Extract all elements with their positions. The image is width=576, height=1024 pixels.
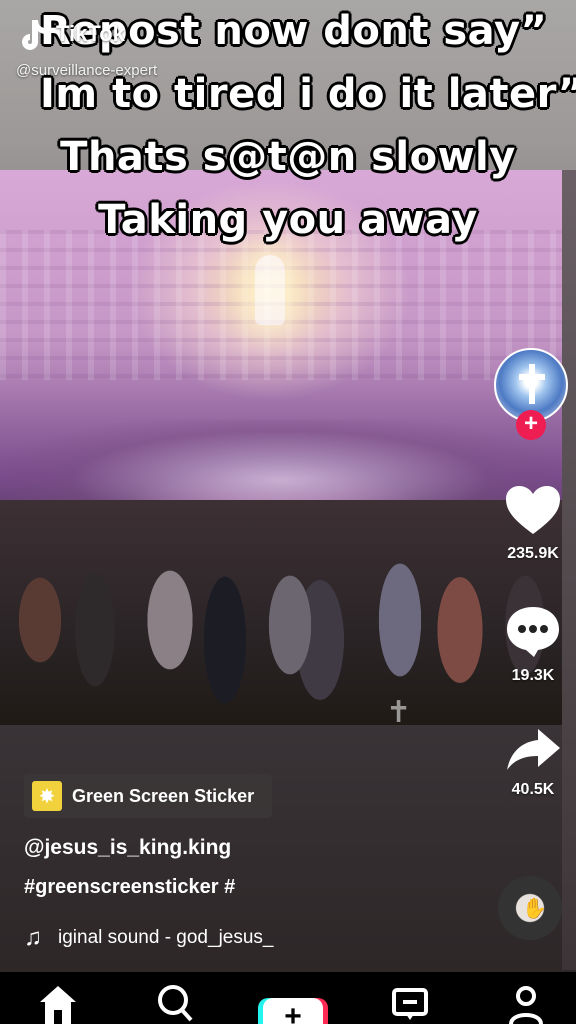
video-frame[interactable]: ✝ [0,170,562,725]
follow-button[interactable]: + [516,410,546,440]
glowing-figure [255,255,285,325]
green-screen-sticker[interactable]: ✸ Green Screen Sticker [24,774,273,818]
share-count: 40.5K [511,781,555,798]
inbox-icon [392,988,428,1020]
caption-line: Thats s@t@n slowly [60,134,516,180]
profile-icon [509,986,543,1024]
sound-name: iginal sound - god_jesus_ [58,927,274,948]
share-button[interactable]: 40.5K [498,726,568,799]
music-disc[interactable]: ✋ [498,876,562,940]
watermark-handle: @surveillance-expert [16,62,158,79]
create-button[interactable]: + [258,998,328,1024]
cross-watermark-icon: ✝ [386,696,412,725]
cross-icon [519,364,545,404]
tiktok-watermark: TikTok [18,16,125,52]
video-screen[interactable]: ✝ Repost now dont say” Im to tired i do … [0,0,576,1024]
inbox-tab[interactable] [390,982,430,1024]
create-icon: + [263,998,323,1024]
discover-tab[interactable] [155,982,195,1024]
comment-count: 19.3K [511,667,555,684]
home-icon [40,986,76,1024]
like-count: 235.9K [507,545,559,562]
disc-image-icon: ✋ [522,898,547,920]
like-button[interactable]: 235.9K [498,484,568,563]
home-tab[interactable] [38,982,78,1024]
comment-icon [507,607,559,657]
next-video-peek [562,170,576,970]
username[interactable]: @jesus_is_king.king [24,836,231,860]
sound-info[interactable]: ♫ iginal sound - god_jesus_ [24,924,274,952]
tiktok-brand: TikTok [56,21,125,46]
comment-button[interactable]: 19.3K [498,604,568,685]
caption-line: Taking you away [98,197,478,243]
share-arrow-icon [507,729,560,770]
sticker-label: Green Screen Sticker [72,785,255,806]
bottom-nav: + [0,972,576,1024]
crowd-of-people [0,500,562,725]
tiktok-logo-icon [22,20,46,50]
music-note-icon: ♫ [24,924,42,951]
hashtags[interactable]: #greenscreensticker # [24,876,235,899]
heart-icon [506,486,560,534]
profile-tab[interactable] [506,982,546,1024]
sparkle-icon: ✸ [32,781,62,811]
discover-icon [158,985,193,1022]
